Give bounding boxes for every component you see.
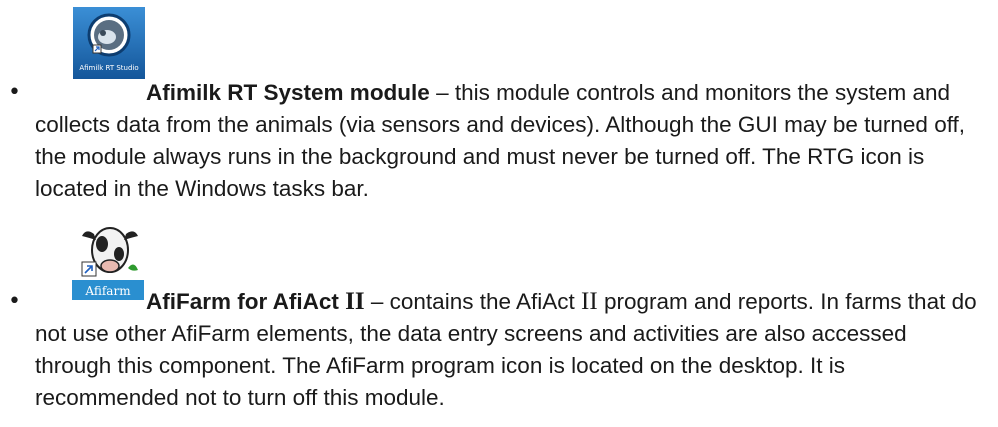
bullet: • <box>8 289 21 314</box>
afimilk-rt-studio-icon: Afimilk RT Studio <box>73 7 145 79</box>
item-description: AfiFarm for AfiAct II – contains the Afi… <box>35 286 985 414</box>
list-item-afimilk-rt: Afimilk RT Studio • Afimilk RT System mo… <box>0 0 998 201</box>
list-item-afifarm: Afifarm • AfiFarm for AfiAct II – contai… <box>0 208 998 427</box>
item-title: Afimilk RT System module <box>146 80 430 105</box>
item-title: AfiFarm for AfiAct II <box>146 288 365 315</box>
bullet: • <box>8 80 21 105</box>
item-description: Afimilk RT System module – this module c… <box>35 77 985 205</box>
icon-caption: Afimilk RT Studio <box>79 64 138 72</box>
